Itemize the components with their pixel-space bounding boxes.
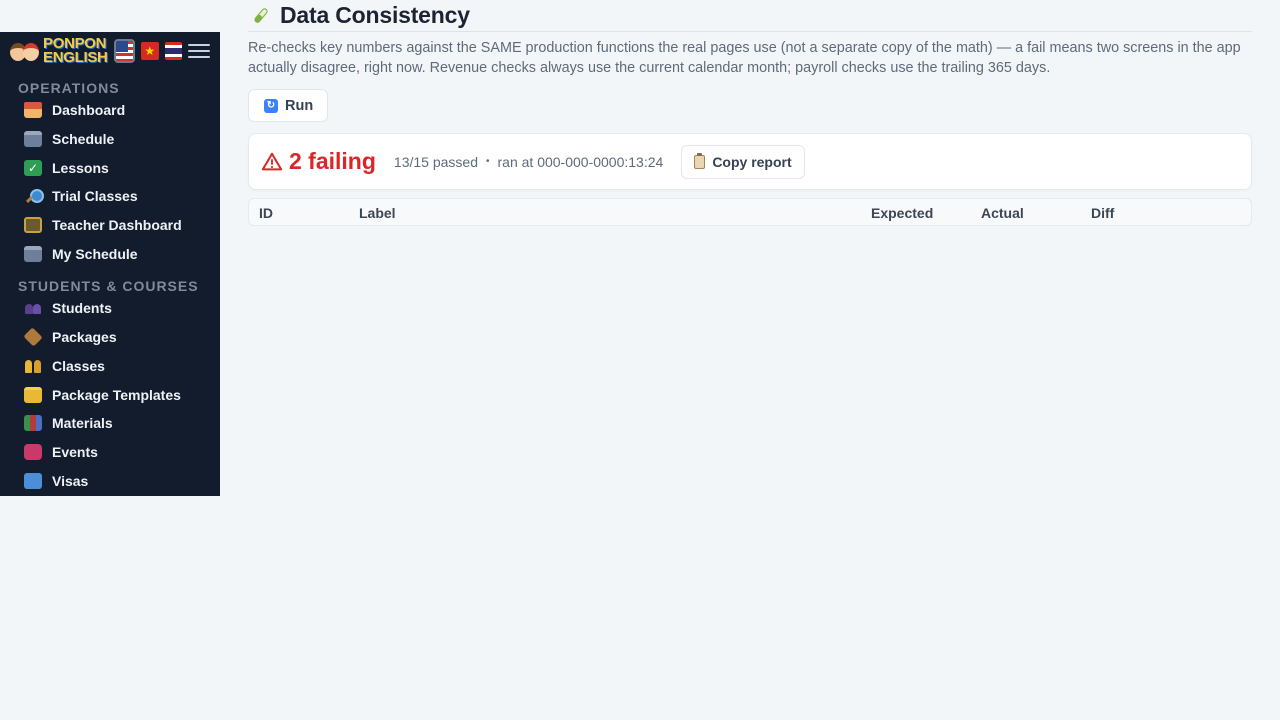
sidebar-item-lessons[interactable]: ✓ Lessons xyxy=(0,153,220,182)
logo-text: PONPON ENGLISH xyxy=(43,36,108,66)
column-header-actual[interactable]: Actual xyxy=(981,205,1024,221)
main-content: Data Consistency Re-checks key numbers a… xyxy=(248,0,1252,226)
column-header-expected[interactable]: Expected xyxy=(871,205,933,221)
column-header-diff[interactable]: Diff xyxy=(1091,205,1114,221)
sidebar-item-students[interactable]: Students xyxy=(0,294,220,323)
run-meta: 13/15 passed • ran at 000-000-0000:13:24 xyxy=(394,154,663,170)
failing-count: 2 failing xyxy=(289,148,376,174)
copy-report-button[interactable]: Copy report xyxy=(681,144,805,179)
calendar-icon xyxy=(24,245,42,262)
sidebar-item-trial-classes[interactable]: Trial Classes xyxy=(0,182,220,211)
sidebar-item-package-templates[interactable]: Package Templates xyxy=(0,380,220,409)
test-tube-icon xyxy=(248,4,272,28)
warning-icon xyxy=(261,152,283,170)
refresh-icon: ↻ xyxy=(264,98,278,113)
sidebar-item-dashboard[interactable]: Dashboard xyxy=(0,96,220,125)
sidebar-item-label: Teacher Dashboard xyxy=(52,217,182,234)
logo-line-2: ENGLISH xyxy=(43,49,108,66)
sidebar-item-label: Materials xyxy=(52,415,113,432)
column-header-id[interactable]: ID xyxy=(259,205,273,221)
sidebar-item-label: Dashboard xyxy=(52,102,126,119)
books-icon xyxy=(24,415,42,432)
logo[interactable]: PONPON ENGLISH xyxy=(10,36,108,66)
sidebar-item-teacher-dashboard[interactable]: Teacher Dashboard xyxy=(0,211,220,240)
ticket-icon xyxy=(24,443,42,460)
sidebar-item-label: Students xyxy=(52,300,112,317)
calendar-icon xyxy=(24,131,42,148)
page-header: Data Consistency xyxy=(248,0,1252,32)
section-title-operations: OPERATIONS xyxy=(18,80,120,96)
checkmark-icon: ✓ xyxy=(24,159,42,176)
brand-row: PONPON ENGLISH ★ xyxy=(0,32,220,70)
section-title-students-courses: STUDENTS & COURSES xyxy=(18,278,199,295)
sidebar-item-label: My Schedule xyxy=(52,245,138,262)
sidebar-item-label: Packages xyxy=(52,329,117,346)
teacher-board-icon xyxy=(24,217,42,234)
results-table: ID Label Expected Actual Diff xyxy=(248,198,1252,226)
sidebar-item-label: Schedule xyxy=(52,131,115,148)
group-icon xyxy=(24,358,42,374)
hamburger-menu-icon[interactable] xyxy=(188,39,210,63)
thailand-flag-icon[interactable] xyxy=(164,42,182,60)
people-icon xyxy=(24,300,42,316)
page-title: Data Consistency xyxy=(280,2,470,28)
sidebar-item-classes[interactable]: Classes xyxy=(0,352,220,381)
sidebar-item-label: Trial Classes xyxy=(52,188,138,205)
vietnam-flag-icon[interactable]: ★ xyxy=(141,42,159,60)
passport-icon xyxy=(24,472,42,489)
sidebar-item-label: Package Templates xyxy=(52,386,181,403)
sidebar-item-label: Visas xyxy=(52,472,89,489)
meta-separator: • xyxy=(485,156,490,167)
passed-count: 13/15 passed xyxy=(393,153,478,170)
sidebar-item-packages[interactable]: Packages xyxy=(0,323,220,352)
us-flag-icon[interactable] xyxy=(113,39,136,63)
sidebar-item-label: Events xyxy=(52,443,98,460)
package-icon xyxy=(23,327,43,347)
clipboard-icon xyxy=(694,152,706,169)
copy-report-label: Copy report xyxy=(712,153,792,170)
page-description: Re-checks key numbers against the SAME p… xyxy=(248,40,1241,76)
nav-operations: Dashboard Schedule ✓ Lessons Trial Class… xyxy=(0,96,220,268)
folder-icon xyxy=(24,386,42,403)
sidebar-item-materials[interactable]: Materials xyxy=(0,409,220,438)
house-icon xyxy=(24,102,42,119)
summary-card: 2 failing 13/15 passed • ran at 000-000-… xyxy=(248,133,1252,190)
run-button-label: Run xyxy=(285,97,314,114)
column-header-label[interactable]: Label xyxy=(359,205,396,221)
sidebar-item-label: Classes xyxy=(52,357,105,374)
ran-at-timestamp: ran at 000-000-0000:13:24 xyxy=(497,153,664,170)
sidebar-item-visas[interactable]: Visas xyxy=(0,466,220,495)
sidebar: PONPON ENGLISH ★ OPERATIONS Dashboard Sc… xyxy=(0,32,220,496)
sidebar-item-my-schedule[interactable]: My Schedule xyxy=(0,239,220,268)
nav-students-courses: Students Packages Classes Package Templa… xyxy=(0,294,220,495)
run-button[interactable]: ↻ Run xyxy=(248,89,329,122)
sidebar-item-events[interactable]: Events xyxy=(0,438,220,467)
sidebar-item-schedule[interactable]: Schedule xyxy=(0,125,220,154)
magnifier-icon xyxy=(24,188,44,204)
mascot-logo-icon xyxy=(10,37,40,65)
sidebar-item-label: Lessons xyxy=(52,159,109,176)
